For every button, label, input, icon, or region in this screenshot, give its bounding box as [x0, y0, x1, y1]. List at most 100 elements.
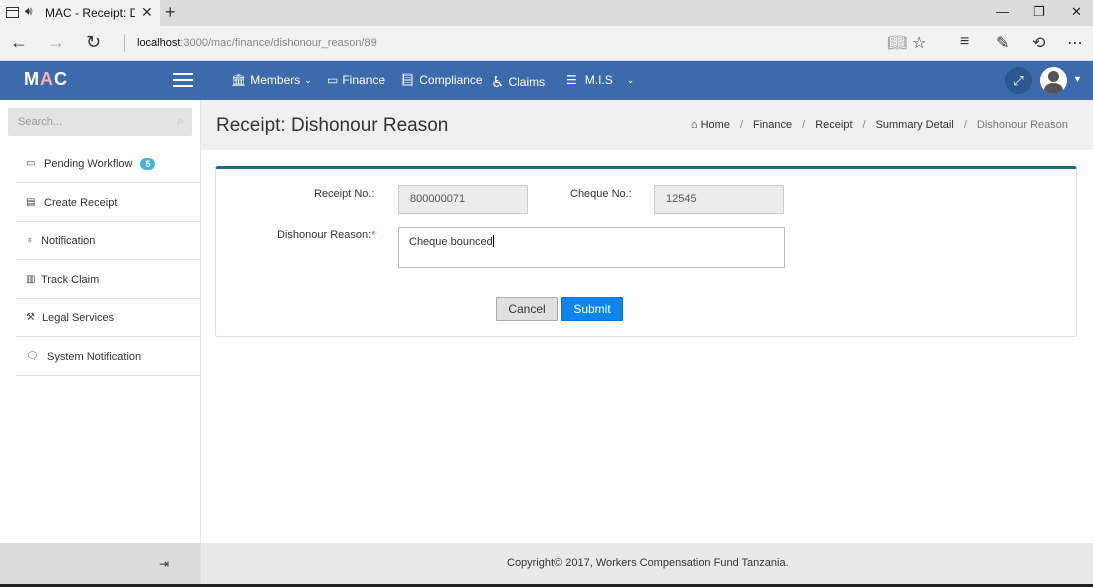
bell-icon: ♁ — [26, 235, 34, 246]
menu-finance[interactable]: ▭ Finance — [327, 73, 385, 87]
gavel-icon: ⚒︎ — [26, 312, 35, 323]
refresh-icon[interactable]: ↻ — [86, 32, 101, 53]
reading-view-icon[interactable]: 📖︎ — [887, 33, 907, 53]
comment-icon: 🗨︎ — [26, 351, 39, 362]
count-badge: 5 — [140, 157, 156, 170]
address-bar-area: ← → ↻ localhost:3000/mac/finance/dishono… — [0, 26, 1093, 61]
web-note-icon[interactable]: ✎ — [996, 33, 1009, 53]
menu-compliance-label: Compliance — [419, 73, 483, 87]
share-icon[interactable]: ⟲ — [1032, 33, 1045, 53]
hamburger-menu-icon[interactable] — [173, 73, 193, 89]
sidebar-item-legal-services[interactable]: ⚒︎ Legal Services — [16, 299, 200, 337]
window-close-icon[interactable]: ✕ — [1071, 4, 1082, 20]
fullscreen-icon[interactable]: ⤢ — [1005, 67, 1032, 94]
menu-claims-label: Claims — [508, 75, 546, 89]
sidebar-item-label: Track Claim — [41, 273, 100, 286]
url-field[interactable]: localhost:3000/mac/finance/dishonour_rea… — [137, 37, 377, 49]
logo-area: MAC — [0, 61, 200, 100]
back-icon[interactable]: ← — [10, 32, 28, 53]
menu-mis-label: M.I.S — [584, 73, 613, 87]
sidebar: Search... ⌕ ▭ Pending Workflow 5 ▤ Creat… — [0, 100, 201, 543]
breadcrumb-separator: / — [802, 119, 806, 131]
chevron-down-icon: ⌄ — [304, 74, 312, 85]
favorite-star-icon[interactable]: ☆ — [912, 33, 926, 53]
text-cursor — [492, 235, 494, 247]
list-icon: ☰ — [566, 73, 577, 87]
chevron-down-icon: ⌄ — [626, 74, 635, 85]
submit-button[interactable]: Submit — [561, 297, 623, 321]
dishonour-form-panel: Receipt No.: 800000071 Cheque No.: 12545… — [215, 166, 1077, 337]
dishonour-reason-label: Dishonour Reason:* — [277, 229, 375, 241]
cheque-no-label: Cheque No.: — [570, 188, 632, 200]
search-input[interactable]: Search... — [18, 116, 62, 128]
chart-icon: ▥ — [26, 274, 36, 285]
caret-down-icon[interactable]: ▼ — [1073, 74, 1082, 84]
wheelchair-icon: ♿︎ — [491, 74, 505, 91]
sidebar-item-track-claim[interactable]: ▥ Track Claim — [16, 261, 200, 299]
footer-sidebar-area: ⇥ — [0, 543, 201, 584]
cancel-button[interactable]: Cancel — [496, 297, 558, 321]
url-host: localhost — [137, 37, 181, 49]
required-marker: * — [371, 229, 376, 241]
url-path: :3000/mac/finance/dishonour_reason/89 — [180, 37, 377, 49]
url-divider — [124, 34, 125, 52]
sidebar-item-create-receipt[interactable]: ▤ Create Receipt — [16, 184, 200, 222]
dishonour-reason-textarea[interactable]: Cheque bounced — [398, 227, 785, 268]
sidebar-item-notification[interactable]: ♁ Notification — [16, 222, 200, 260]
sidebar-item-pending-workflow[interactable]: ▭ Pending Workflow 5 — [16, 145, 200, 183]
breadcrumb-separator: / — [963, 119, 967, 131]
minimize-icon[interactable]: — — [996, 4, 1009, 19]
footer: ⇥ Copyright© 2017, Workers Compensation … — [0, 543, 1093, 584]
browser-tab[interactable]: 🔊︎ MAC - Receipt: Dish ✕ — [0, 0, 160, 26]
receipt-no-field[interactable]: 800000071 — [398, 185, 528, 214]
app-logo[interactable]: MAC — [24, 69, 68, 90]
restore-icon[interactable]: ❐ — [1033, 4, 1045, 20]
sidebar-item-label: Create Receipt — [44, 196, 118, 209]
sidebar-item-system-notification[interactable]: 🗨︎ System Notification — [16, 338, 200, 376]
breadcrumb-receipt[interactable]: Receipt — [815, 119, 852, 131]
browser-tab-strip: 🔊︎ MAC - Receipt: Dish ✕ + — ❐ ✕ — [0, 0, 1093, 26]
new-tab-icon[interactable]: + — [165, 2, 176, 23]
breadcrumb-separator: / — [739, 119, 743, 131]
dishonour-reason-label-text: Dishonour Reason: — [277, 229, 372, 241]
menu-members[interactable]: 🏛︎ Members ⌄ — [231, 73, 312, 87]
forward-icon[interactable]: → — [47, 32, 65, 53]
breadcrumb-home[interactable]: ⌂ Home — [691, 119, 730, 131]
breadcrumb-current: Dishonour Reason — [976, 119, 1068, 131]
tab-title: MAC - Receipt: Dish — [45, 6, 135, 20]
money-icon: ▭ — [327, 73, 339, 87]
sidebar-item-label: Notification — [41, 234, 96, 247]
breadcrumb-summary-detail[interactable]: Summary Detail — [876, 119, 954, 131]
menu-compliance[interactable]: 📘︎ Compliance — [400, 73, 483, 87]
menu-mis[interactable]: ☰ M.I.S ⌄ — [566, 73, 634, 87]
more-icon[interactable]: ⋯ — [1067, 33, 1083, 53]
breadcrumb-finance[interactable]: Finance — [753, 119, 792, 131]
sidebar-item-label: System Notification — [47, 350, 142, 363]
menu-members-label: Members — [250, 73, 301, 87]
cheque-no-field[interactable]: 12545 — [654, 185, 784, 214]
page-header: Receipt: Dishonour Reason ⌂ Home / Finan… — [201, 100, 1093, 150]
hub-icon[interactable]: ≡ — [960, 33, 969, 51]
sidebar-item-label: Legal Services — [42, 311, 115, 324]
avatar[interactable] — [1040, 67, 1067, 94]
breadcrumb-separator: / — [862, 119, 866, 131]
dishonour-reason-text: Cheque bounced — [409, 236, 493, 248]
menu-finance-label: Finance — [342, 73, 386, 87]
bank-icon: 🏛︎ — [231, 73, 247, 87]
sidebar-search[interactable]: Search... ⌕ — [8, 108, 192, 136]
app-header: MAC 🏛︎ Members ⌄ ▭ Finance 📘︎ Compliance… — [0, 61, 1093, 100]
copyright-text: Copyright© 2017, Workers Compensation Fu… — [507, 557, 789, 569]
receipt-no-label: Receipt No.: — [314, 188, 375, 200]
page-title: Receipt: Dishonour Reason — [216, 115, 449, 136]
tab-close-icon[interactable]: ✕ — [141, 4, 153, 21]
menu-claims[interactable]: ♿︎ Claims — [491, 73, 545, 91]
logout-icon[interactable]: ⇥ — [159, 557, 169, 571]
logo-letter-c: C — [54, 69, 68, 89]
search-icon[interactable]: ⌕ — [177, 114, 184, 129]
tab-page-icon — [6, 7, 19, 18]
home-icon: ⌂ — [690, 119, 698, 131]
speaker-icon[interactable]: 🔊︎ — [25, 4, 33, 19]
logo-letter-m: M — [24, 69, 40, 89]
inbox-icon: ▭ — [26, 158, 36, 169]
book-icon: 📘︎ — [400, 73, 416, 87]
